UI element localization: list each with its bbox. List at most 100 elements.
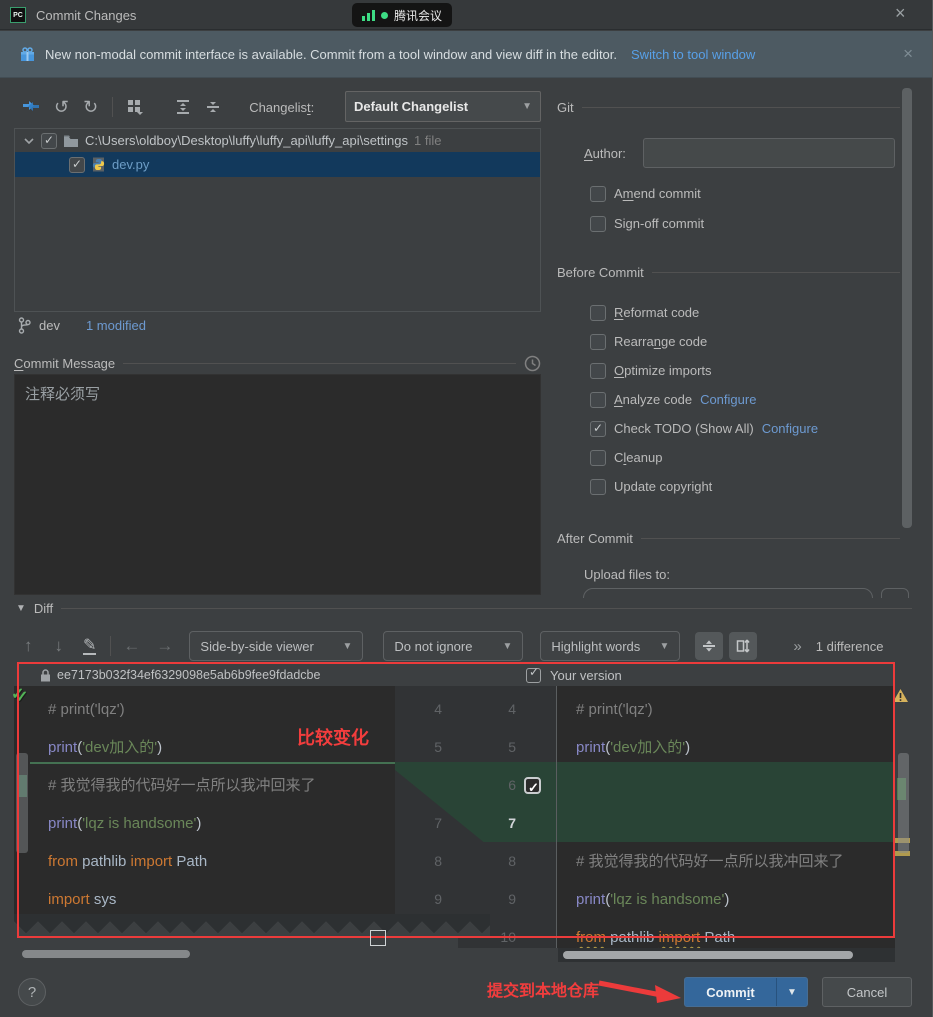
collapse-triangle-icon[interactable]: ▼: [16, 603, 26, 614]
signoff-commit-row: Sign-off commit: [590, 209, 704, 238]
warning-triangle-icon[interactable]: [893, 689, 908, 702]
commit-message-input[interactable]: 注释必须写: [14, 374, 541, 595]
collapse-all-icon[interactable]: [205, 99, 221, 115]
changelist-value: Default Changelist: [354, 99, 468, 114]
previous-difference-icon[interactable]: ↑: [24, 636, 33, 656]
more-actions-chevrons[interactable]: »: [793, 638, 801, 655]
refresh-icon[interactable]: ↻: [83, 98, 98, 116]
notification-banner: New non-modal commit interface is availa…: [0, 31, 933, 78]
rollback-icon[interactable]: ↺: [54, 98, 69, 116]
option-configure-link[interactable]: Configure: [700, 392, 756, 407]
chevron-down-icon[interactable]: [23, 135, 35, 147]
edit-source-icon[interactable]: ✎: [83, 638, 96, 655]
stripe-scrollbar-thumb[interactable]: [898, 753, 909, 853]
tree-row-root[interactable]: C:\Users\oldboy\Desktop\luffy\luffy_api\…: [15, 129, 540, 152]
before-commit-option: Analyze code Configure: [590, 385, 910, 414]
cancel-button[interactable]: Cancel: [822, 977, 912, 1007]
toolbar-divider: [110, 636, 111, 656]
before-commit-option: Reformat code: [590, 298, 910, 327]
annotation-diff-note: 比较变化: [297, 724, 369, 750]
option-label: Update copyright: [614, 479, 712, 494]
signoff-commit-checkbox[interactable]: [590, 216, 606, 232]
git-section-title: Git: [557, 100, 574, 115]
sync-scroll-toggle[interactable]: [729, 632, 757, 660]
toolbar-divider: [112, 97, 113, 117]
recording-dot-icon: [381, 12, 388, 19]
commit-message-header: Commit Message: [14, 355, 541, 372]
annotation-arrow: [595, 975, 683, 1005]
amend-commit-checkbox[interactable]: [590, 186, 606, 202]
option-label: Analyze code: [614, 392, 692, 407]
branch-row: dev 1 modified: [18, 317, 146, 334]
file-name: dev.py: [112, 157, 149, 172]
banner-text: New non-modal commit interface is availa…: [45, 47, 617, 62]
expand-all-icon[interactable]: [175, 99, 191, 115]
option-configure-link[interactable]: Configure: [762, 421, 818, 436]
tree-row-file-selected[interactable]: dev.py: [15, 152, 540, 177]
right-hscrollbar-thumb[interactable]: [563, 951, 853, 959]
before-commit-title: Before Commit: [557, 265, 644, 280]
root-checkbox[interactable]: [41, 133, 57, 149]
whitespace-select[interactable]: Do not ignore ▼: [383, 631, 523, 661]
section-divider: [123, 363, 516, 364]
option-checkbox[interactable]: [590, 479, 606, 495]
modified-count-link[interactable]: 1 modified: [86, 318, 146, 333]
before-commit-options: Reformat code Rearrange code Optimize impo…: [590, 298, 910, 501]
next-difference-icon[interactable]: ↓: [55, 636, 64, 656]
after-commit-title: After Commit: [557, 531, 633, 546]
option-label: Rearrange code: [614, 334, 707, 349]
changelist-label: Changelist:: [249, 100, 314, 115]
annotation-commit-note: 提交到本地仓库: [487, 977, 599, 1001]
chevron-down-icon: ▼: [495, 641, 513, 652]
chevron-down-icon: ▼: [335, 641, 353, 652]
commit-dropdown-button[interactable]: ▼: [777, 978, 807, 1006]
root-files-count: 1 file: [414, 133, 441, 148]
option-label: Optimize imports: [614, 363, 712, 378]
group-by-icon[interactable]: [127, 99, 143, 115]
changelist-select[interactable]: Default Changelist ▼: [345, 91, 541, 122]
show-diff-icon[interactable]: [22, 98, 40, 116]
option-checkbox[interactable]: [590, 334, 606, 350]
history-clock-icon[interactable]: [524, 355, 541, 372]
left-hscrollbar-thumb[interactable]: [22, 950, 190, 958]
option-checkbox[interactable]: [590, 305, 606, 321]
signoff-commit-label: Sign-off commit: [614, 216, 704, 231]
chevron-down-icon: ▼: [514, 101, 532, 112]
option-checkbox[interactable]: [590, 450, 606, 466]
amend-commit-label: Amend commit: [614, 186, 701, 201]
window-close-icon[interactable]: ×: [895, 3, 906, 24]
upload-files-select[interactable]: [583, 588, 873, 598]
option-checkbox[interactable]: [590, 421, 606, 437]
banner-close-icon[interactable]: ×: [903, 44, 913, 64]
next-change-icon[interactable]: →: [156, 636, 173, 656]
section-divider: [652, 272, 900, 273]
highlight-mode-select[interactable]: Highlight words ▼: [540, 631, 680, 661]
options-scrollbar[interactable]: [902, 88, 912, 528]
upload-files-label: Upload files to:: [584, 567, 670, 582]
help-button[interactable]: ?: [18, 978, 46, 1006]
file-checkbox[interactable]: [69, 157, 85, 173]
option-label: Check TODO (Show All): [614, 421, 754, 436]
option-label: Reformat code: [614, 305, 699, 320]
commit-message-label: Commit Message: [14, 356, 115, 371]
option-label: Cleanup: [614, 450, 662, 465]
option-checkbox[interactable]: [590, 392, 606, 408]
help-label: ?: [28, 984, 36, 1001]
changed-files-tree[interactable]: C:\Users\oldboy\Desktop\luffy\luffy_api\…: [14, 128, 541, 312]
collapse-unchanged-toggle[interactable]: [695, 632, 723, 660]
whitespace-value: Do not ignore: [394, 639, 472, 654]
title-bar: PC Commit Changes 腾讯会议 ×: [0, 0, 933, 30]
upload-configure-button[interactable]: [881, 588, 909, 598]
viewer-mode-select[interactable]: Side-by-side viewer ▼: [189, 631, 363, 661]
previous-change-icon[interactable]: ←: [123, 636, 140, 656]
meeting-status-pill[interactable]: 腾讯会议: [352, 3, 452, 27]
right-hscrollbar-track[interactable]: [558, 948, 895, 962]
commit-split-button[interactable]: Commit ▼: [684, 977, 808, 1007]
option-checkbox[interactable]: [590, 363, 606, 379]
right-editor-stripe[interactable]: [895, 686, 912, 948]
before-commit-option: Rearrange code: [590, 327, 910, 356]
banner-link[interactable]: Switch to tool window: [631, 47, 755, 62]
gift-icon: [20, 47, 35, 62]
commit-button[interactable]: Commit: [685, 978, 776, 1006]
author-input[interactable]: [643, 138, 895, 168]
